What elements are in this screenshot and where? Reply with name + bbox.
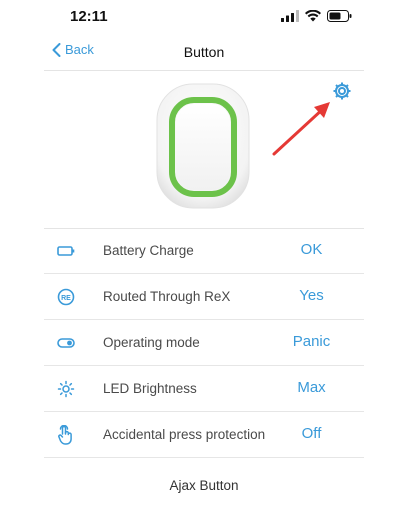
row-operating-mode[interactable]: Operating mode Panic xyxy=(44,320,364,366)
row-divider xyxy=(44,457,364,458)
rex-icon: RE xyxy=(56,288,76,306)
row-value: Yes xyxy=(299,287,324,304)
toggle-icon xyxy=(56,334,76,352)
device-name: Ajax Button xyxy=(169,478,239,493)
brightness-icon xyxy=(56,380,76,398)
battery-icon xyxy=(327,10,352,22)
status-time: 12:11 xyxy=(70,8,108,25)
row-value: Max xyxy=(297,379,326,396)
wifi-icon xyxy=(305,10,321,22)
row-label: LED Brightness xyxy=(103,381,197,396)
status-bar: 12:11 xyxy=(0,0,406,34)
row-battery-charge[interactable]: Battery Charge OK xyxy=(44,228,364,274)
row-value: Panic xyxy=(292,333,331,350)
row-value: OK xyxy=(300,241,323,258)
nav-bar: Back Button xyxy=(44,38,364,68)
row-label: Accidental press protection xyxy=(103,427,266,442)
row-led-brightness[interactable]: LED Brightness Max xyxy=(44,366,364,412)
page-title: Button xyxy=(183,44,225,60)
device-image xyxy=(156,83,250,209)
row-value: Off xyxy=(301,425,322,442)
annotation-arrow xyxy=(272,102,330,156)
status-icons xyxy=(281,10,352,22)
row-routed-through-rex[interactable]: RE Routed Through ReX Yes xyxy=(44,274,364,320)
row-label: Operating mode xyxy=(103,335,200,350)
battery-icon xyxy=(56,242,76,260)
header-divider xyxy=(44,70,364,71)
hand-press-icon xyxy=(56,425,76,445)
signal-icon xyxy=(281,10,299,22)
row-label: Routed Through ReX xyxy=(103,289,231,304)
row-accidental-press-protection[interactable]: Accidental press protection Off xyxy=(44,412,364,458)
svg-text:RE: RE xyxy=(61,295,71,302)
row-label: Battery Charge xyxy=(103,243,194,258)
